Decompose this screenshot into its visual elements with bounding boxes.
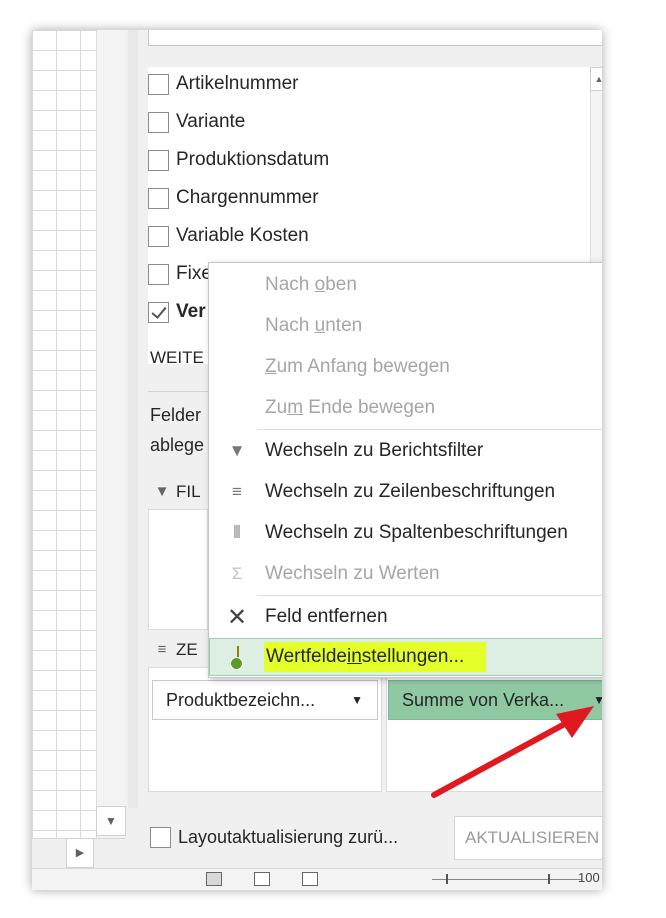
annotation-arrow-icon <box>431 706 594 798</box>
